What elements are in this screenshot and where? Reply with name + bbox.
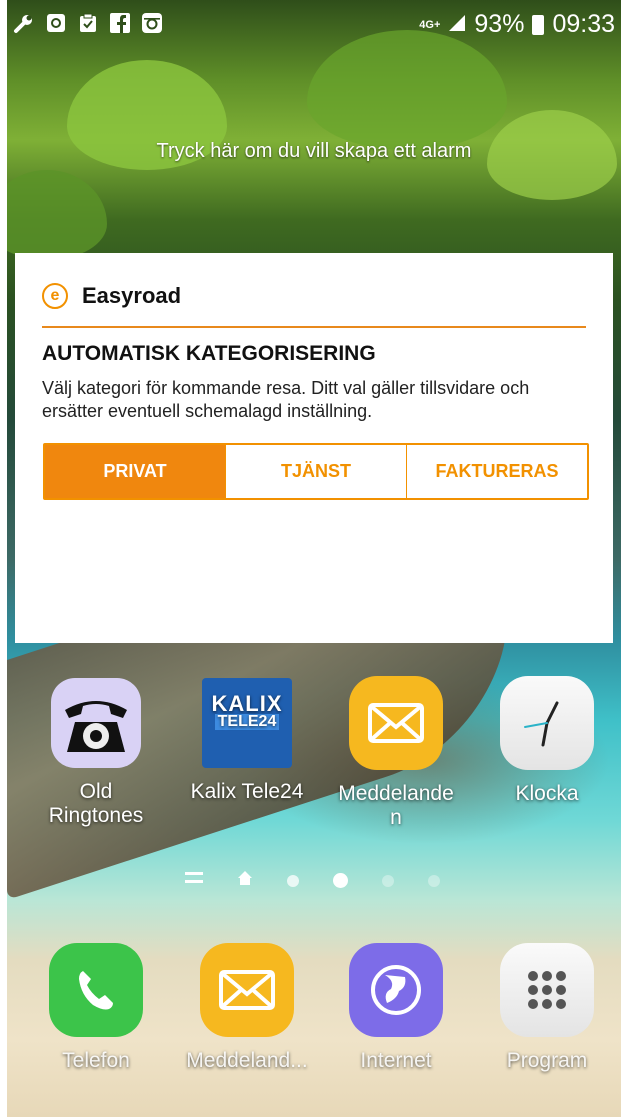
- facebook-icon: [109, 12, 131, 34]
- clock-time: 09:33: [552, 10, 615, 38]
- menu-lines-icon: [185, 871, 203, 890]
- app-label: Telefon: [62, 1049, 130, 1072]
- battery-icon: [532, 14, 545, 35]
- phone-icon: [49, 943, 143, 1037]
- telephone-icon: [51, 678, 141, 768]
- page-dot: [428, 874, 440, 887]
- status-bar: 4G+ 93% 09:33: [7, 0, 621, 52]
- page-indicator[interactable]: [185, 870, 440, 891]
- easyroad-widget: e Easyroad AUTOMATISK KATEGORISERING Väl…: [15, 253, 613, 643]
- widget-title: AUTOMATISK KATEGORISERING: [42, 342, 376, 365]
- wrench-icon: [13, 12, 35, 34]
- globe-icon: [349, 943, 443, 1037]
- app-label: Kalix Tele24: [190, 780, 304, 803]
- app-old-ringtones[interactable]: Old Ringtones: [34, 678, 158, 828]
- app-label: Old Ringtones: [48, 780, 144, 827]
- dock-app-program[interactable]: Program: [485, 943, 609, 1073]
- app-grid-icon: [500, 943, 594, 1037]
- battery-percent: 93%: [474, 10, 525, 38]
- envelope-icon: [200, 943, 294, 1037]
- category-selector: PRIVAT TJÄNST FAKTURERAS: [43, 443, 589, 500]
- instagram-icon: [141, 12, 163, 34]
- home-page-icon: [237, 870, 253, 891]
- faktureras-button[interactable]: FAKTURERAS: [406, 445, 587, 498]
- easyroad-logo-icon: e: [42, 283, 68, 309]
- dock-app-telefon[interactable]: Telefon: [34, 943, 158, 1073]
- app-label: Klocka: [515, 782, 579, 805]
- privat-button[interactable]: PRIVAT: [45, 445, 225, 498]
- widget-app-name: Easyroad: [82, 283, 182, 308]
- dock-app-internet[interactable]: Internet: [334, 943, 458, 1073]
- signal-icon: [448, 10, 466, 39]
- app-kalix-tele24[interactable]: KALIX TELE24 Kalix Tele24: [185, 678, 309, 804]
- clipboard-icon: [77, 12, 99, 34]
- page-dot-current: [333, 873, 348, 888]
- widget-description: Välj kategori för kommande resa. Ditt va…: [42, 378, 530, 421]
- page-dot: [287, 874, 299, 887]
- page-dot: [382, 874, 394, 887]
- alarm-hint[interactable]: Tryck här om du vill skapa ett alarm: [7, 140, 621, 163]
- app-label: Internet: [360, 1049, 432, 1072]
- app-label: Meddeland...: [186, 1049, 308, 1072]
- app-label: Meddelande n: [338, 782, 454, 829]
- network-type: 4G+: [419, 18, 441, 31]
- widget-header: e Easyroad: [42, 283, 181, 309]
- app-klocka[interactable]: Klocka: [485, 676, 609, 806]
- tjanst-button[interactable]: TJÄNST: [225, 445, 406, 498]
- envelope-icon: [349, 676, 443, 770]
- app-meddelanden[interactable]: Meddelande n: [334, 676, 458, 830]
- wallpaper-leaf: [7, 170, 107, 260]
- voicemail-icon: [45, 12, 67, 34]
- dock-app-meddelanden[interactable]: Meddeland...: [185, 943, 309, 1073]
- app-label: Program: [506, 1049, 588, 1072]
- clock-icon: [500, 676, 594, 770]
- kalix-logo-icon: KALIX TELE24: [202, 678, 292, 768]
- divider: [42, 326, 586, 328]
